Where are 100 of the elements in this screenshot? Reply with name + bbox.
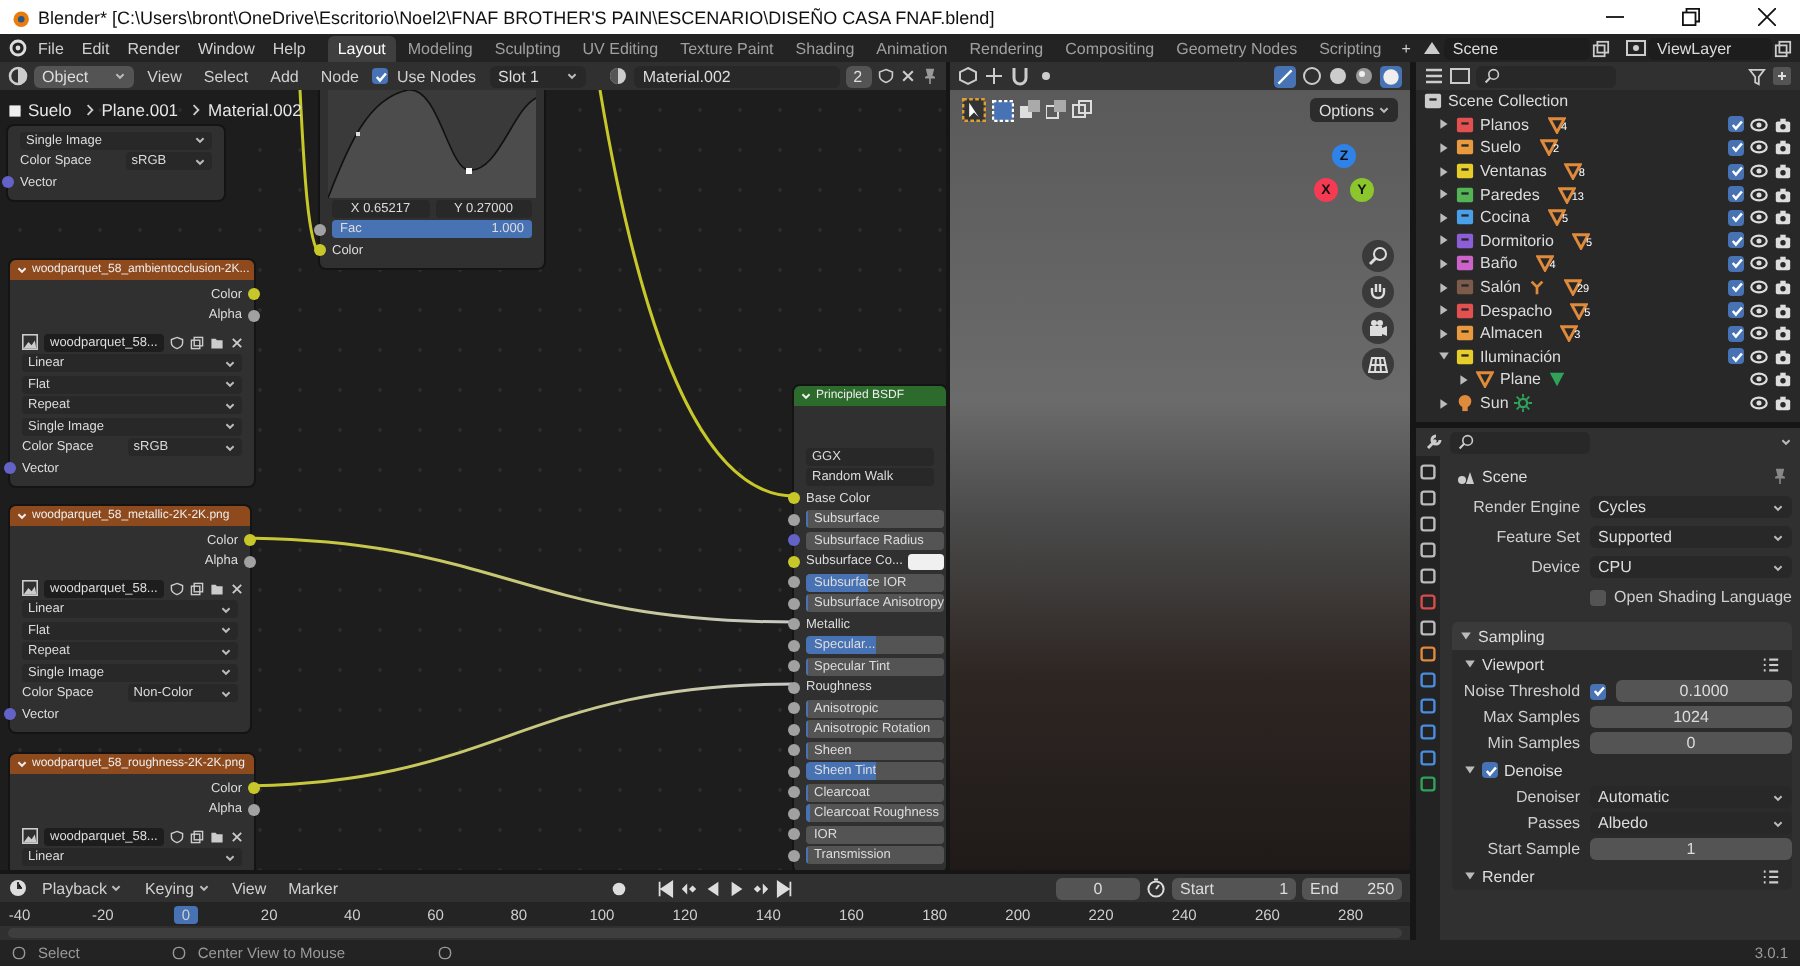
workspace-tab[interactable]: Rendering	[959, 36, 1054, 62]
blender-logo-icon[interactable]	[8, 38, 28, 58]
socket[interactable]	[788, 639, 800, 652]
workspace-tab[interactable]: UV Editing	[572, 36, 669, 62]
camera-icon[interactable]	[1774, 162, 1792, 181]
play-icon[interactable]	[727, 879, 746, 897]
expand-arrow-icon[interactable]	[1438, 165, 1451, 178]
socket[interactable]	[788, 828, 800, 841]
checkbox[interactable]	[1728, 163, 1744, 180]
outliner-item[interactable]: Almacen	[1480, 324, 1543, 343]
subpanel-title[interactable]: Render	[1482, 867, 1535, 885]
checkbox[interactable]	[1728, 139, 1744, 156]
workspace-tab[interactable]: Layout	[327, 36, 396, 62]
menu-item[interactable]: Window	[189, 36, 263, 60]
socket[interactable]	[788, 702, 800, 715]
checkbox[interactable]	[1728, 186, 1744, 203]
expand-arrow-icon[interactable]	[1438, 257, 1451, 270]
expand-arrow-icon[interactable]	[1438, 281, 1451, 294]
wrench-icon[interactable]	[1424, 432, 1445, 452]
camera-icon[interactable]	[1774, 138, 1792, 157]
workspace-tab[interactable]: Geometry Nodes	[1166, 36, 1308, 62]
square-icon[interactable]	[1420, 516, 1437, 532]
socket[interactable]	[788, 576, 800, 589]
outliner-item[interactable]: Dormitorio	[1480, 231, 1554, 250]
menu-item[interactable]: Marker	[280, 876, 347, 900]
eye-icon[interactable]	[1750, 347, 1768, 366]
expand-arrow-icon[interactable]	[1438, 118, 1451, 131]
expand-arrow-icon[interactable]	[1438, 350, 1451, 363]
camera-icon[interactable]	[1774, 185, 1792, 204]
copy-icon[interactable]	[1591, 39, 1610, 57]
clock-icon[interactable]	[8, 878, 28, 898]
camera-icon[interactable]	[1774, 347, 1792, 366]
outliner-item[interactable]: Salón	[1480, 278, 1521, 297]
outliner-item[interactable]: Despacho	[1480, 301, 1553, 320]
checkbox[interactable]	[1728, 116, 1744, 133]
circle-icon[interactable]	[1302, 66, 1323, 86]
socket[interactable]	[788, 807, 800, 820]
outliner-item[interactable]: Ventanas	[1480, 162, 1547, 181]
eye-icon[interactable]	[1750, 231, 1768, 250]
jump-end-icon[interactable]	[775, 879, 794, 897]
socket[interactable]	[788, 513, 800, 526]
expand-arrow-icon[interactable]	[1464, 658, 1477, 670]
socket[interactable]	[788, 618, 800, 631]
scrollbar[interactable]	[8, 928, 1403, 938]
play-reverse-icon[interactable]	[703, 879, 722, 897]
socket[interactable]	[248, 782, 260, 795]
socket[interactable]	[788, 744, 800, 757]
scene-icon[interactable]	[1422, 38, 1443, 58]
magnet-icon[interactable]	[1010, 66, 1030, 86]
camera-icon[interactable]	[1774, 231, 1792, 250]
checkbox[interactable]	[1728, 348, 1744, 365]
socket[interactable]	[788, 597, 800, 610]
number-field[interactable]: 0.1000	[1616, 680, 1792, 702]
workspace-tab[interactable]: Animation	[866, 36, 958, 62]
subpanel-title[interactable]: Denoise	[1504, 761, 1563, 779]
expand-arrow-icon[interactable]	[1438, 188, 1451, 201]
socket[interactable]	[248, 309, 260, 322]
expand-arrow-icon[interactable]	[1464, 764, 1477, 776]
checkbox[interactable]	[1590, 589, 1607, 605]
outliner-item[interactable]: Paredes	[1480, 185, 1540, 204]
squares-icon[interactable]	[1020, 100, 1040, 120]
square-icon[interactable]	[1420, 620, 1437, 636]
menu-item[interactable]: Edit	[73, 36, 118, 60]
square-icon[interactable]	[1420, 750, 1437, 766]
eye-icon[interactable]	[1750, 115, 1768, 134]
square-icon[interactable]	[1420, 724, 1437, 740]
number-field[interactable]: 1024	[1590, 706, 1792, 728]
socket[interactable]	[788, 660, 800, 673]
menu-item[interactable]: Add	[262, 64, 307, 88]
material-field[interactable]: Material.002	[634, 65, 840, 87]
dropdown[interactable]: Automatic	[1590, 786, 1792, 808]
sphere-icon[interactable]	[1380, 65, 1403, 87]
expand-arrow-icon[interactable]	[1438, 211, 1451, 224]
subpanel-title[interactable]: Viewport	[1482, 655, 1545, 673]
material-sphere-icon[interactable]	[608, 66, 629, 86]
checkbox[interactable]	[1728, 325, 1744, 342]
camera-icon[interactable]	[1774, 394, 1792, 413]
socket[interactable]	[788, 555, 800, 568]
eye-icon[interactable]	[1750, 138, 1768, 157]
number-field[interactable]: 1	[1590, 838, 1792, 860]
outliner-item[interactable]: Scene Collection	[1448, 92, 1569, 111]
eye-icon[interactable]	[1750, 394, 1768, 413]
outliner-item[interactable]: Iluminación	[1480, 347, 1561, 366]
user-count[interactable]: 2	[845, 65, 872, 87]
select-box-icon[interactable]	[992, 99, 1014, 121]
slot-dropdown[interactable]: Slot 1	[490, 65, 586, 87]
expand-arrow-icon[interactable]	[1460, 630, 1473, 642]
outliner-item[interactable]: Sun	[1480, 394, 1509, 413]
cube-icon[interactable]	[958, 66, 978, 86]
square-icon[interactable]	[1420, 542, 1437, 558]
socket[interactable]	[248, 803, 260, 816]
eye-icon[interactable]	[1750, 278, 1768, 297]
squares-icon[interactable]	[1046, 100, 1066, 120]
socket[interactable]	[314, 244, 326, 257]
outliner-item[interactable]: Planos	[1480, 115, 1529, 134]
expand-arrow-icon[interactable]	[1438, 141, 1451, 154]
checkbox[interactable]	[1590, 683, 1607, 699]
expand-arrow-icon[interactable]	[1438, 234, 1451, 247]
end-frame-field[interactable]: End 250	[1302, 877, 1403, 899]
outliner-item[interactable]: Plane	[1500, 370, 1541, 389]
